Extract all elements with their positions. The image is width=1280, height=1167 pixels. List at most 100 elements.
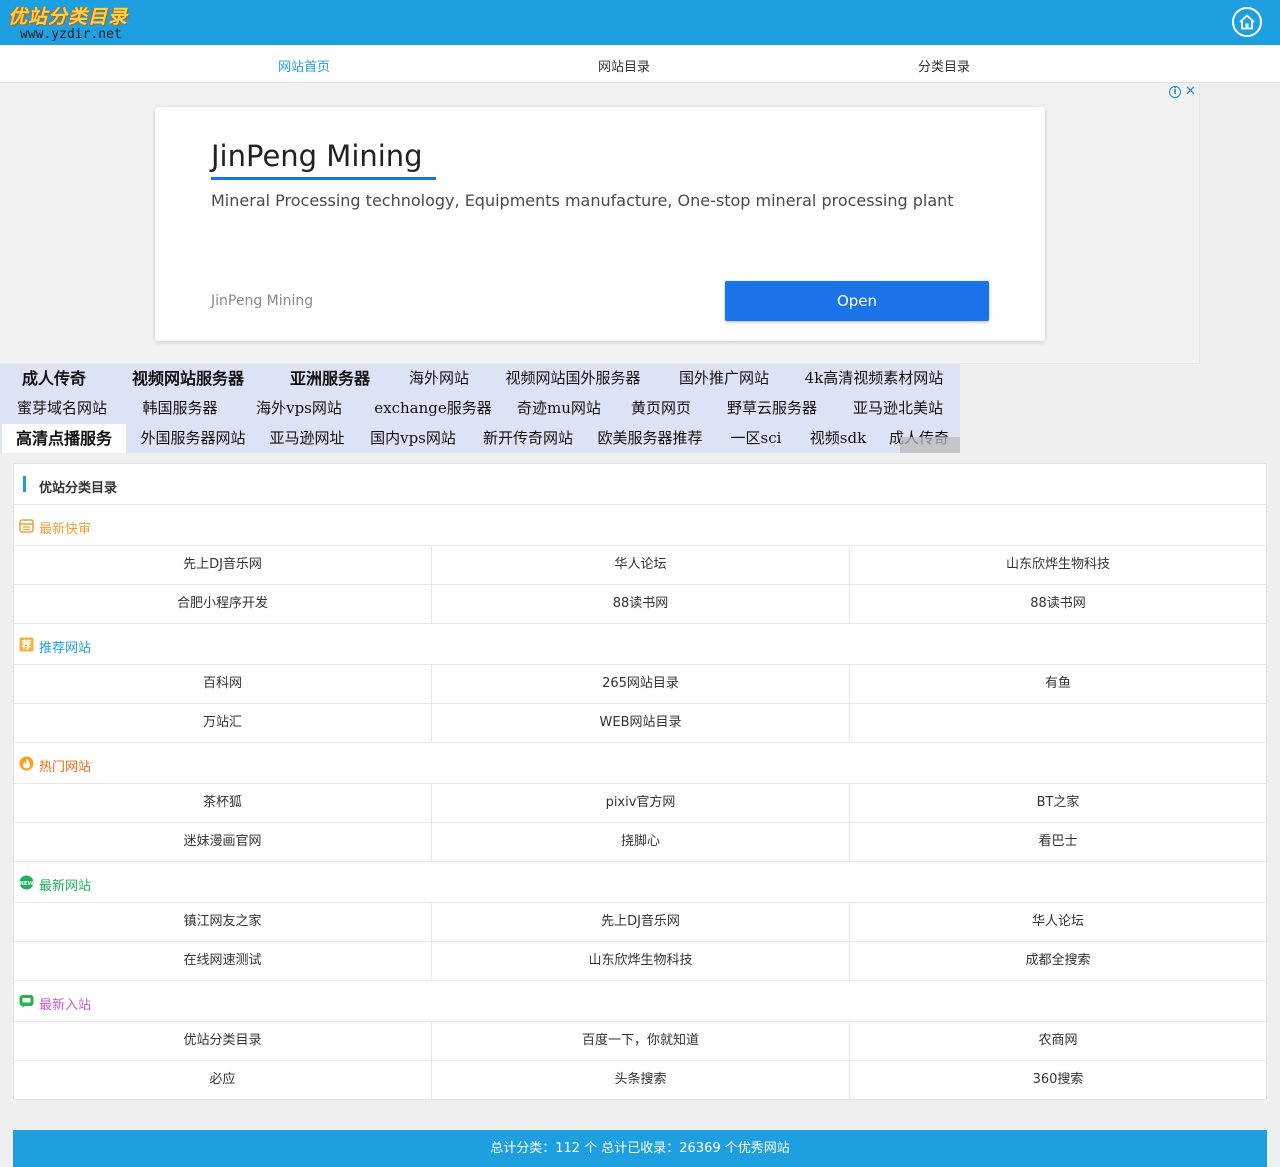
ad-advertiser: JinPeng Mining (211, 293, 314, 309)
section-header-latest-review: 最新快审 (14, 505, 1266, 546)
site-link[interactable]: 在线网速测试 (14, 942, 432, 980)
site-link[interactable]: 88读书网 (850, 585, 1266, 623)
site-link[interactable]: 优站分类目录 (14, 1022, 432, 1060)
text-link[interactable]: 欧美服务器推荐 (586, 424, 714, 453)
text-link[interactable]: 视频网站国外服务器 (486, 364, 660, 393)
main-nav: 网站首页 网站目录 分类目录 (0, 45, 1280, 83)
table-row: 万站汇 WEB网站目录 (14, 704, 1266, 743)
text-link[interactable]: 一区sci (714, 424, 798, 453)
nav-item-site-directory[interactable]: 网站目录 (598, 56, 650, 75)
text-link[interactable]: 蜜芽域名网站 (0, 394, 124, 423)
site-link[interactable]: 看巴士 (850, 823, 1266, 861)
site-link[interactable]: 先上DJ音乐网 (432, 903, 850, 941)
text-link[interactable]: 亚马逊北美站 (836, 394, 960, 423)
home-button[interactable] (1232, 7, 1262, 37)
text-link[interactable]: 新开传奇网站 (470, 424, 586, 453)
text-link[interactable]: 4k高清视频素材网站 (788, 364, 960, 393)
text-link[interactable]: 海外vps网站 (236, 394, 362, 423)
logo-url: www.yzdir.net (20, 27, 122, 42)
text-link[interactable]: 海外网站 (392, 364, 486, 393)
site-link[interactable]: 成都全搜索 (850, 942, 1266, 980)
site-header: 优站分类目录 www.yzdir.net (0, 0, 1280, 45)
section-label[interactable]: 最新快审 (39, 518, 91, 537)
section-header-newest: NEW 最新网站 (14, 862, 1266, 903)
site-link[interactable]: 万站汇 (14, 704, 432, 742)
section-header-latest-entries: 最新入站 (14, 981, 1266, 1022)
nav-item-home[interactable]: 网站首页 (278, 56, 330, 75)
site-link[interactable]: 迷妹漫画官网 (14, 823, 432, 861)
recommend-icon: 荐 (19, 637, 34, 652)
site-link-empty (850, 704, 1266, 742)
text-link[interactable]: 成人传奇 (0, 364, 108, 393)
ad-description: Mineral Processing technology, Equipment… (211, 191, 954, 210)
flame-icon (19, 756, 34, 771)
site-link[interactable]: 先上DJ音乐网 (14, 546, 432, 584)
table-row: 百科网 265网站目录 有鱼 (14, 665, 1266, 704)
text-link[interactable]: 国外推广网站 (660, 364, 788, 393)
text-link[interactable]: 黄页网页 (614, 394, 708, 423)
site-link[interactable]: 360搜索 (850, 1061, 1266, 1099)
text-link[interactable]: 奇迹mu网站 (504, 394, 614, 423)
section-label[interactable]: 热门网站 (39, 756, 91, 775)
site-link[interactable]: 合肥小程序开发 (14, 585, 432, 623)
site-link[interactable]: 镇江网友之家 (14, 903, 432, 941)
site-link[interactable]: pixiv官方网 (432, 784, 850, 822)
section-label[interactable]: 最新入站 (39, 994, 91, 1013)
table-row: 镇江网友之家 先上DJ音乐网 华人论坛 (14, 903, 1266, 942)
site-link[interactable]: 百科网 (14, 665, 432, 703)
site-link[interactable]: 88读书网 (432, 585, 850, 623)
site-link[interactable]: 头条搜索 (432, 1061, 850, 1099)
site-link[interactable]: 挠脚心 (432, 823, 850, 861)
ad-title[interactable]: JinPeng Mining (211, 139, 423, 173)
ad-open-button[interactable]: Open (725, 281, 989, 321)
svg-text:荐: 荐 (21, 639, 32, 652)
text-link[interactable]: 韩国服务器 (124, 394, 236, 423)
site-link[interactable]: 农商网 (850, 1022, 1266, 1060)
site-link[interactable]: BT之家 (850, 784, 1266, 822)
ad-choices[interactable]: i ✕ (1169, 84, 1199, 100)
site-link[interactable]: 华人论坛 (432, 546, 850, 584)
section-header-recommended: 荐 推荐网站 (14, 624, 1266, 665)
text-link[interactable]: 视频sdk (798, 424, 878, 453)
site-link[interactable]: 山东欣烨生物科技 (850, 546, 1266, 584)
site-link[interactable]: 265网站目录 (432, 665, 850, 703)
table-row: 茶杯狐 pixiv官方网 BT之家 (14, 784, 1266, 823)
site-link[interactable]: 华人论坛 (850, 903, 1266, 941)
chat-bubble-icon (19, 995, 34, 1008)
section-header-popular: 热门网站 (14, 743, 1266, 784)
table-row: 优站分类目录 百度一下，你就知道 农商网 (14, 1022, 1266, 1061)
home-icon (1239, 14, 1255, 30)
site-link[interactable]: 必应 (14, 1061, 432, 1099)
table-row: 迷妹漫画官网 挠脚心 看巴士 (14, 823, 1266, 862)
site-link[interactable]: 百度一下，你就知道 (432, 1022, 850, 1060)
table-row: 在线网速测试 山东欣烨生物科技 成都全搜索 (14, 942, 1266, 981)
new-badge-icon: NEW (19, 875, 34, 890)
stats-footer: 总计分类：112 个 总计已收录：26369 个优秀网站 (13, 1130, 1267, 1167)
ad-close-icon[interactable]: ✕ (1185, 84, 1196, 99)
text-link[interactable]: 亚马逊网址 (258, 424, 356, 453)
text-link[interactable]: 高清点播服务 (2, 424, 126, 453)
site-link[interactable]: 茶杯狐 (14, 784, 432, 822)
text-link[interactable]: 外国服务器网站 (128, 424, 258, 453)
ad-info-icon[interactable]: i (1169, 86, 1181, 98)
text-link[interactable]: 亚洲服务器 (268, 364, 392, 393)
site-logo[interactable]: 优站分类目录 www.yzdir.net (8, 2, 158, 44)
section-label[interactable]: 推荐网站 (39, 637, 91, 656)
ad-title-underline (211, 177, 436, 180)
nav-item-category-directory[interactable]: 分类目录 (918, 56, 970, 75)
site-link[interactable]: 山东欣烨生物科技 (432, 942, 850, 980)
text-link[interactable]: exchange服务器 (362, 394, 504, 423)
text-link[interactable]: 国内vps网站 (356, 424, 470, 453)
text-link[interactable]: 视频网站服务器 (108, 364, 268, 393)
calendar-icon (19, 519, 34, 533)
table-row: 必应 头条搜索 360搜索 (14, 1061, 1266, 1100)
section-label[interactable]: 最新网站 (39, 875, 91, 894)
logo-text: 优站分类目录 (8, 6, 129, 28)
panel-header: 优站分类目录 (14, 464, 1266, 505)
site-link[interactable]: 有鱼 (850, 665, 1266, 703)
text-link[interactable]: 野草云服务器 (708, 394, 836, 423)
site-link[interactable]: WEB网站目录 (432, 704, 850, 742)
table-row: 合肥小程序开发 88读书网 88读书网 (14, 585, 1266, 624)
panel-title-accent (23, 476, 26, 492)
ad-card[interactable]: JinPeng Mining Mineral Processing techno… (155, 107, 1045, 341)
